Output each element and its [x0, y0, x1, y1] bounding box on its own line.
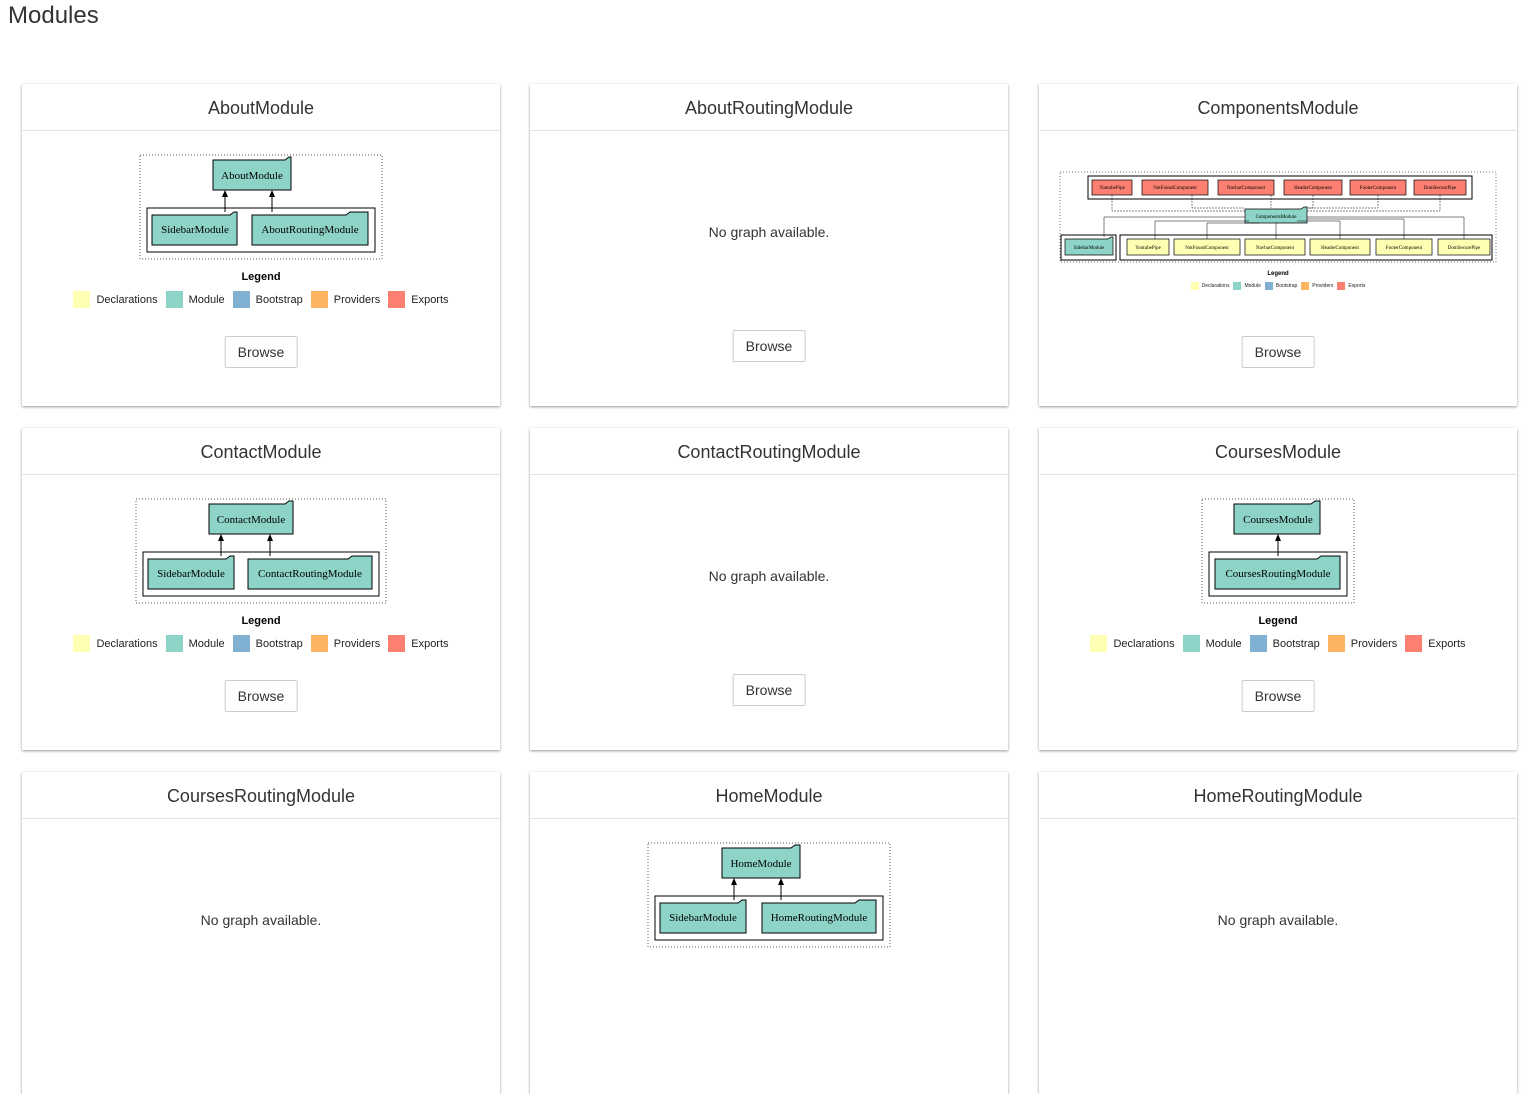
module-card-title: AboutRoutingModule [530, 84, 1008, 131]
graph-node-import: CoursesRoutingModule [1225, 568, 1330, 580]
graph-node-import: AboutRoutingModule [261, 224, 358, 236]
legend-item-exports: Exports [388, 635, 449, 652]
graph-node-import: ContactRoutingModule [258, 568, 362, 580]
graph-node-declaration: FooterComponent [1386, 246, 1423, 251]
graph-node-declaration: NotFoundComponent [1185, 246, 1229, 251]
graph-node-export: NotFoundComponent [1153, 186, 1197, 191]
graph-node-declaration: DomSecurePipe [1448, 246, 1481, 251]
module-graph: ContactModule SidebarModule ContactRouti… [135, 498, 387, 609]
legend-item-declarations: Declarations [73, 635, 158, 652]
legend-item-module: Module [165, 635, 225, 652]
legend-title: Legend [241, 615, 281, 627]
graph-node-export: HeaderComponent [1294, 186, 1332, 191]
legend-item-module: Module [1182, 635, 1242, 652]
module-graph: YoutubePipe NotFoundComponent NavbarComp… [1059, 171, 1497, 269]
graph-node-main: ComponentsModule [1256, 215, 1298, 220]
graph-node-import: HomeRoutingModule [771, 912, 868, 924]
legend-title: Legend [1267, 271, 1289, 277]
graph-node-declaration: YoutubePipe [1135, 246, 1161, 251]
legend-item-providers: Providers [310, 291, 380, 308]
graph-node-export: FooterComponent [1360, 186, 1397, 191]
module-card-home-routing: HomeRoutingModule No graph available. [1039, 772, 1517, 1094]
legend-item-exports: Exports [1405, 635, 1466, 652]
legend-item-module: Module [165, 291, 225, 308]
legend-item-exports: Exports [1337, 282, 1365, 290]
legend-item-declarations: Declarations [1190, 282, 1229, 290]
legend: Declarations Module Bootstrap Providers … [1039, 635, 1517, 652]
graph-node-export: DomSecurePipe [1424, 186, 1457, 191]
module-graph: HomeModule SidebarModule HomeRoutingModu… [647, 842, 891, 953]
legend-item-bootstrap: Bootstrap [1249, 635, 1320, 652]
module-card-title: ComponentsModule [1039, 84, 1517, 131]
graph-node-main: HomeModule [730, 858, 791, 870]
module-card-title: ContactModule [22, 428, 500, 475]
no-graph-message: No graph available. [200, 912, 322, 928]
legend-item-declarations: Declarations [73, 291, 158, 308]
legend-item-bootstrap: Bootstrap [232, 291, 303, 308]
graph-node-import: SidebarModule [161, 224, 229, 236]
legend-title: Legend [1258, 615, 1298, 627]
legend: Declarations Module Bootstrap Providers … [22, 635, 500, 652]
legend-item-declarations: Declarations [1090, 635, 1175, 652]
module-card-title: AboutModule [22, 84, 500, 131]
no-graph-message: No graph available. [708, 224, 830, 240]
legend-item-module: Module [1233, 282, 1261, 290]
legend-item-bootstrap: Bootstrap [1264, 282, 1297, 290]
module-card-contact-routing: ContactRoutingModule No graph available.… [530, 428, 1008, 750]
no-graph-message: No graph available. [708, 568, 830, 584]
browse-button[interactable]: Browse [1241, 680, 1315, 712]
module-card-courses-routing: CoursesRoutingModule No graph available. [22, 772, 500, 1094]
legend-item-bootstrap: Bootstrap [232, 635, 303, 652]
graph-node-import: SidebarModule [669, 912, 737, 924]
browse-button[interactable]: Browse [224, 336, 298, 368]
module-graph: AboutModule SidebarModule AboutRoutingMo… [139, 154, 383, 265]
browse-button[interactable]: Browse [224, 680, 298, 712]
module-card-title: HomeRoutingModule [1039, 772, 1517, 819]
graph-node-export: NavbarComponent [1227, 186, 1266, 191]
module-card-home: HomeModule HomeModule SidebarModule Home… [530, 772, 1008, 1094]
graph-node-export: YoutubePipe [1099, 186, 1125, 191]
graph-node-main: CoursesModule [1243, 514, 1313, 526]
browse-button[interactable]: Browse [732, 674, 806, 706]
module-card-title: CoursesModule [1039, 428, 1517, 475]
legend-item-providers: Providers [310, 635, 380, 652]
module-graph: CoursesModule CoursesRoutingModule [1201, 498, 1355, 609]
module-card-title: CoursesRoutingModule [22, 772, 500, 819]
graph-node-import: SidebarModule [157, 568, 225, 580]
legend-title: Legend [241, 271, 281, 283]
module-card-title: ContactRoutingModule [530, 428, 1008, 475]
module-card-about-routing: AboutRoutingModule No graph available. B… [530, 84, 1008, 406]
module-card-courses: CoursesModule CoursesModule CoursesRouti… [1039, 428, 1517, 750]
legend-item-exports: Exports [388, 291, 449, 308]
legend-item-providers: Providers [1327, 635, 1397, 652]
module-card-contact: ContactModule ContactModule SidebarModul… [22, 428, 500, 750]
legend-item-providers: Providers [1301, 282, 1333, 290]
graph-node-declaration: HeaderComponent [1321, 246, 1359, 251]
no-graph-message: No graph available. [1217, 912, 1339, 928]
browse-button[interactable]: Browse [1241, 336, 1315, 368]
module-card-components: ComponentsModule YoutubePipe NotFoundCom… [1039, 84, 1517, 406]
module-card-about: AboutModule AboutModule SidebarModule Ab… [22, 84, 500, 406]
legend: Declarations Module Bootstrap Providers … [1039, 282, 1517, 290]
graph-node-declaration: NavbarComponent [1256, 246, 1295, 251]
legend: Declarations Module Bootstrap Providers … [22, 291, 500, 308]
page-title: Modules [8, 2, 99, 29]
module-card-title: HomeModule [530, 772, 1008, 819]
graph-node-main: AboutModule [221, 170, 283, 182]
graph-node-import: SidebarModule [1074, 246, 1106, 251]
graph-node-main: ContactModule [217, 514, 286, 526]
browse-button[interactable]: Browse [732, 330, 806, 362]
